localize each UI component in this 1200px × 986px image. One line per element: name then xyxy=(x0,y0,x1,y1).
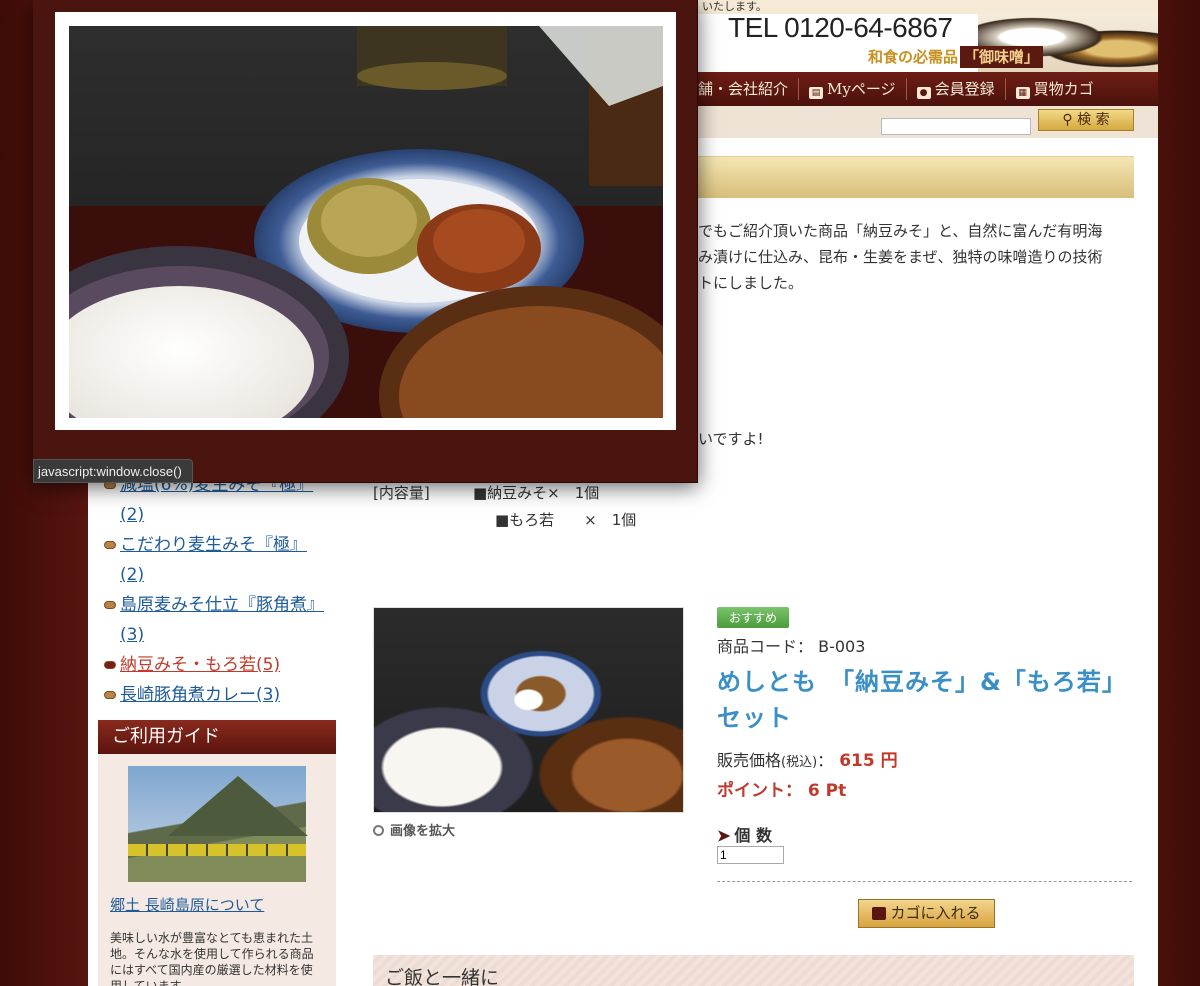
arrow-icon: ➤ xyxy=(717,826,731,845)
category-link[interactable]: 納豆みそ・もろ若(5) xyxy=(120,650,325,680)
contents-item: ■納豆みそ× 1個 xyxy=(473,484,600,502)
divider xyxy=(717,881,1132,882)
nav-company[interactable]: 舗・会社紹介 xyxy=(688,78,800,100)
tagline-box: 「御味噌」 xyxy=(960,46,1044,68)
product-code: 商品コード： B-003 xyxy=(717,637,866,656)
category-item: 長崎豚角煮カレー(3) xyxy=(104,680,338,710)
guide-title: ご利用ガイド xyxy=(98,720,336,754)
image-popup-window xyxy=(33,0,698,483)
zoom-link[interactable]: 画像を拡大 xyxy=(373,820,455,839)
magnifier-icon xyxy=(373,825,384,836)
quantity-label: ➤ 個 数 xyxy=(717,826,772,845)
category-link[interactable]: 島原麦みそ仕立『豚角煮』(3) xyxy=(120,590,325,650)
tagline: 和食の必需品 「御味噌」 xyxy=(868,46,1044,68)
cart-icon xyxy=(872,907,887,920)
category-list: 減塩(6%)麦生みそ『極』(2) こだわり麦生みそ『極』(2) 島原麦みそ仕立『… xyxy=(98,470,338,710)
product-name: めしとも 「納豆みそ」&「もろ若」セット xyxy=(717,668,1127,732)
search-button[interactable]: ⚲ 検 索 xyxy=(1038,109,1134,131)
search-bar: ⚲ 検 索 xyxy=(688,106,1158,138)
category-item: こだわり麦生みそ『極』(2) xyxy=(104,530,338,590)
tagline-text: 和食の必需品 xyxy=(868,48,959,66)
guide-description: 美味しい水が豊富なとても恵まれた土地。そんな水を使用して作られる商品にはすべて国… xyxy=(110,931,314,986)
product-photo[interactable] xyxy=(373,607,684,813)
bean-bullet-icon xyxy=(104,691,116,699)
bean-bullet-icon xyxy=(104,541,116,549)
category-item: 島原麦みそ仕立『豚角煮』(3) xyxy=(104,590,338,650)
bean-bullet-icon xyxy=(104,661,116,669)
category-item-active: 納豆みそ・もろ若(5) xyxy=(104,650,338,680)
quantity-input[interactable] xyxy=(717,846,784,864)
product-price: 販売価格(税込)： 615 円 xyxy=(717,751,898,771)
cart-icon: ▦ xyxy=(1015,87,1030,99)
bean-bullet-icon xyxy=(104,601,116,609)
add-to-cart-button[interactable]: カゴに入れる xyxy=(858,899,995,928)
recommended-badge: おすすめ xyxy=(717,607,790,628)
popup-image-frame xyxy=(55,12,676,430)
contents-info: [内容量] ■納豆みそ× 1個 ■もろ若 × 1個 xyxy=(373,480,636,534)
my-page-icon: ▤ xyxy=(809,87,824,99)
search-icon: ⚲ xyxy=(1062,112,1078,128)
contents-label: [内容量] xyxy=(373,484,430,502)
category-sidebar: 減塩(6%)麦生みそ『極』(2) こだわり麦生みそ『極』(2) 島原麦みそ仕立『… xyxy=(98,470,338,710)
nav-register[interactable]: ● 会員登録 xyxy=(907,78,1006,100)
browser-status-bar: javascript:window.close() xyxy=(33,459,193,483)
usage-guide: ご利用ガイド 郷土 長崎島原について 美味しい水が豊富なとても恵まれた土地。そん… xyxy=(98,720,336,986)
section-header-bar xyxy=(698,156,1134,198)
nav-cart[interactable]: ▦ 買物カゴ xyxy=(1006,78,1104,100)
category-link[interactable]: 長崎豚角煮カレー(3) xyxy=(120,680,325,710)
contents-item: ■もろ若 × 1個 xyxy=(495,511,637,529)
search-input[interactable] xyxy=(881,118,1031,135)
nav-mypage[interactable]: ▤ Myページ xyxy=(799,78,907,100)
enlarged-product-photo[interactable] xyxy=(69,26,663,418)
global-nav: 舗・会社紹介 ▤ Myページ ● 会員登録 ▦ 買物カゴ xyxy=(688,72,1158,106)
product-points: ポイント： 6 Pt xyxy=(717,781,847,801)
phone-number: TEL 0120-64-6867 xyxy=(728,12,953,43)
category-link[interactable]: こだわり麦生みそ『極』(2) xyxy=(120,530,325,590)
shimabara-photo xyxy=(128,766,308,882)
intro-tail: いですよ! xyxy=(698,430,764,448)
member-icon: ● xyxy=(916,87,931,99)
related-section-title: ご飯と一緒に xyxy=(373,955,1134,986)
shimabara-link[interactable]: 郷土 長崎島原について xyxy=(110,894,264,915)
product-intro: でもご紹介頂いた商品「納豆みそ」と、自然に富んだ有明海 み漬けに仕込み、昆布・生… xyxy=(698,222,1103,292)
